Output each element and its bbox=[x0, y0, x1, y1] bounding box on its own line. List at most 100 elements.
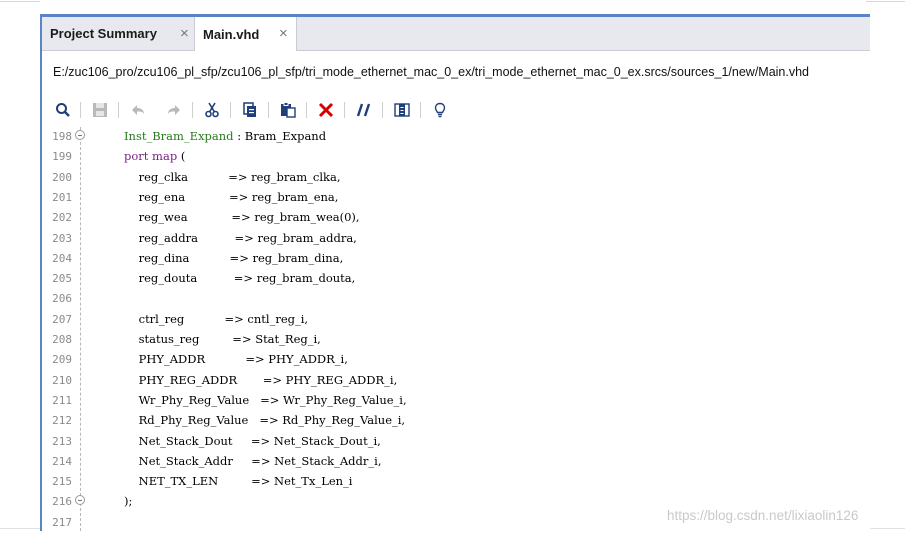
line-number: 210 bbox=[52, 373, 72, 387]
code-line[interactable]: 212 Rd_Phy_Reg_Value => Rd_Phy_Reg_Value… bbox=[42, 411, 870, 431]
code-line[interactable]: 205 reg_douta => reg_bram_douta, bbox=[42, 269, 870, 289]
code-token: Net_Stack_Dout bbox=[138, 433, 233, 448]
code-editor[interactable]: 198 Inst_Bram_Expand : Bram_Expand 199 port… bbox=[42, 127, 870, 531]
line-number: 208 bbox=[52, 333, 72, 346]
code-line[interactable]: 204 reg_dina => reg_bram_dina, bbox=[42, 249, 870, 269]
code-line[interactable]: 207 ctrl_reg => cntl_reg_i, bbox=[42, 310, 870, 330]
tab-label: Project Summary bbox=[50, 26, 157, 41]
code-token: reg_wea bbox=[138, 210, 188, 225]
editor-window: Project Summary × Main.vhd × E:/zuc106_p… bbox=[40, 14, 870, 531]
editor-toolbar bbox=[42, 93, 870, 128]
code-line[interactable]: 215 NET_TX_LEN => Net_Tx_Len_i bbox=[42, 472, 870, 492]
code-line[interactable]: 213 Net_Stack_Dout => Net_Stack_Dout_i, bbox=[42, 432, 870, 452]
code-line[interactable]: 201 reg_ena => reg_bram_ena, bbox=[42, 188, 870, 208]
code-line[interactable]: 206 bbox=[42, 289, 870, 309]
undo-icon[interactable] bbox=[127, 99, 149, 121]
code-line[interactable]: 202 reg_wea => reg_bram_wea(0), bbox=[42, 208, 870, 228]
code-text: Wr_Phy_Reg_Value => Wr_Phy_Reg_Value_i, bbox=[124, 393, 407, 407]
save-icon[interactable] bbox=[89, 99, 111, 121]
code-line[interactable]: 209 PHY_ADDR => PHY_ADDR_i, bbox=[42, 350, 870, 370]
code-operator: => bbox=[205, 352, 269, 367]
code-token: Rd_Phy_Reg_Value_i, bbox=[282, 413, 406, 428]
code-token: NET_TX_LEN bbox=[138, 474, 219, 489]
code-token: PHY_ADDR_i, bbox=[268, 352, 348, 367]
code-token: reg_bram_douta, bbox=[256, 271, 356, 286]
code-operator: => bbox=[189, 250, 253, 265]
code-line[interactable]: 203 reg_addra => reg_bram_addra, bbox=[42, 229, 870, 249]
code-operator: => bbox=[249, 392, 284, 407]
code-token: reg_addra bbox=[138, 230, 198, 245]
code-text: reg_clka => reg_bram_clka, bbox=[124, 170, 341, 184]
code-token: reg_clka bbox=[138, 169, 188, 184]
cut-icon[interactable] bbox=[201, 99, 223, 121]
code-token: cntl_reg_i, bbox=[247, 311, 309, 326]
tab-main-vhd[interactable]: Main.vhd × bbox=[194, 17, 297, 51]
code-text: Rd_Phy_Reg_Value => Rd_Phy_Reg_Value_i, bbox=[124, 413, 405, 427]
code-operator: => bbox=[184, 311, 248, 326]
code-token: Inst_Bram_Expand bbox=[124, 129, 234, 143]
line-number: 201 bbox=[52, 190, 72, 204]
code-text: Net_Stack_Addr => Net_Stack_Addr_i, bbox=[124, 454, 382, 468]
line-number: 211 bbox=[52, 393, 72, 407]
line-number: 209 bbox=[52, 353, 72, 367]
code-operator: : bbox=[233, 129, 245, 143]
code-text: status_reg => Stat_Reg_i, bbox=[124, 332, 321, 346]
code-text: NET_TX_LEN => Net_Tx_Len_i bbox=[124, 474, 353, 489]
line-number: 216 bbox=[52, 495, 72, 509]
line-number: 202 bbox=[52, 211, 72, 225]
code-token: reg_bram_addra, bbox=[257, 230, 357, 245]
code-operator: ( bbox=[177, 149, 186, 164]
code-token: Net_Tx_Len_i bbox=[274, 474, 353, 489]
code-token: reg_bram_clka, bbox=[251, 169, 341, 184]
code-text: ); bbox=[124, 494, 132, 508]
code-token: PHY_REG_ADDR_i, bbox=[285, 372, 398, 387]
search-icon[interactable] bbox=[52, 99, 74, 121]
code-token: Net_Stack_Addr_i, bbox=[274, 453, 382, 468]
code-text: Net_Stack_Dout => Net_Stack_Dout_i, bbox=[124, 434, 381, 448]
line-number: 203 bbox=[52, 231, 72, 245]
code-operator: => bbox=[218, 474, 275, 489]
fold-toggle-icon[interactable] bbox=[75, 130, 85, 140]
code-operator: => bbox=[237, 372, 286, 387]
columns-icon[interactable] bbox=[391, 99, 413, 121]
close-icon[interactable]: × bbox=[180, 25, 189, 42]
redo-icon[interactable] bbox=[163, 99, 185, 121]
code-text: Inst_Bram_Expand : Bram_Expand bbox=[124, 129, 326, 143]
lightbulb-icon[interactable] bbox=[429, 99, 451, 121]
code-line[interactable]: 198 Inst_Bram_Expand : Bram_Expand bbox=[42, 127, 870, 147]
line-number: 200 bbox=[52, 170, 72, 184]
code-line[interactable]: 210 PHY_REG_ADDR => PHY_REG_ADDR_i, bbox=[42, 371, 870, 391]
code-line[interactable]: 199 port map ( bbox=[42, 147, 870, 167]
paste-icon[interactable] bbox=[277, 99, 299, 121]
copy-icon[interactable] bbox=[239, 99, 261, 121]
close-icon[interactable]: × bbox=[279, 25, 288, 42]
code-text: reg_addra => reg_bram_addra, bbox=[124, 231, 357, 245]
code-operator: => bbox=[187, 210, 255, 225]
code-line[interactable]: 208 status_reg => Stat_Reg_i, bbox=[42, 330, 870, 350]
code-text: reg_douta => reg_bram_douta, bbox=[124, 271, 356, 286]
line-number: 214 bbox=[52, 454, 72, 468]
line-number: 207 bbox=[52, 312, 72, 326]
code-line[interactable]: 214 Net_Stack_Addr => Net_Stack_Addr_i, bbox=[42, 452, 870, 472]
code-operator: => bbox=[197, 230, 258, 245]
tab-project-summary[interactable]: Project Summary × bbox=[42, 17, 194, 50]
fold-toggle-icon[interactable] bbox=[75, 495, 85, 506]
code-line[interactable]: 200 reg_clka => reg_bram_clka, bbox=[42, 168, 870, 188]
code-operator: => bbox=[187, 169, 252, 184]
code-text: ctrl_reg => cntl_reg_i, bbox=[124, 312, 308, 326]
comment-icon[interactable] bbox=[353, 99, 375, 121]
delete-icon[interactable] bbox=[315, 99, 337, 121]
code-line[interactable]: 211 Wr_Phy_Reg_Value => Wr_Phy_Reg_Value… bbox=[42, 391, 870, 411]
code-token: Net_Stack_Addr bbox=[138, 453, 233, 468]
